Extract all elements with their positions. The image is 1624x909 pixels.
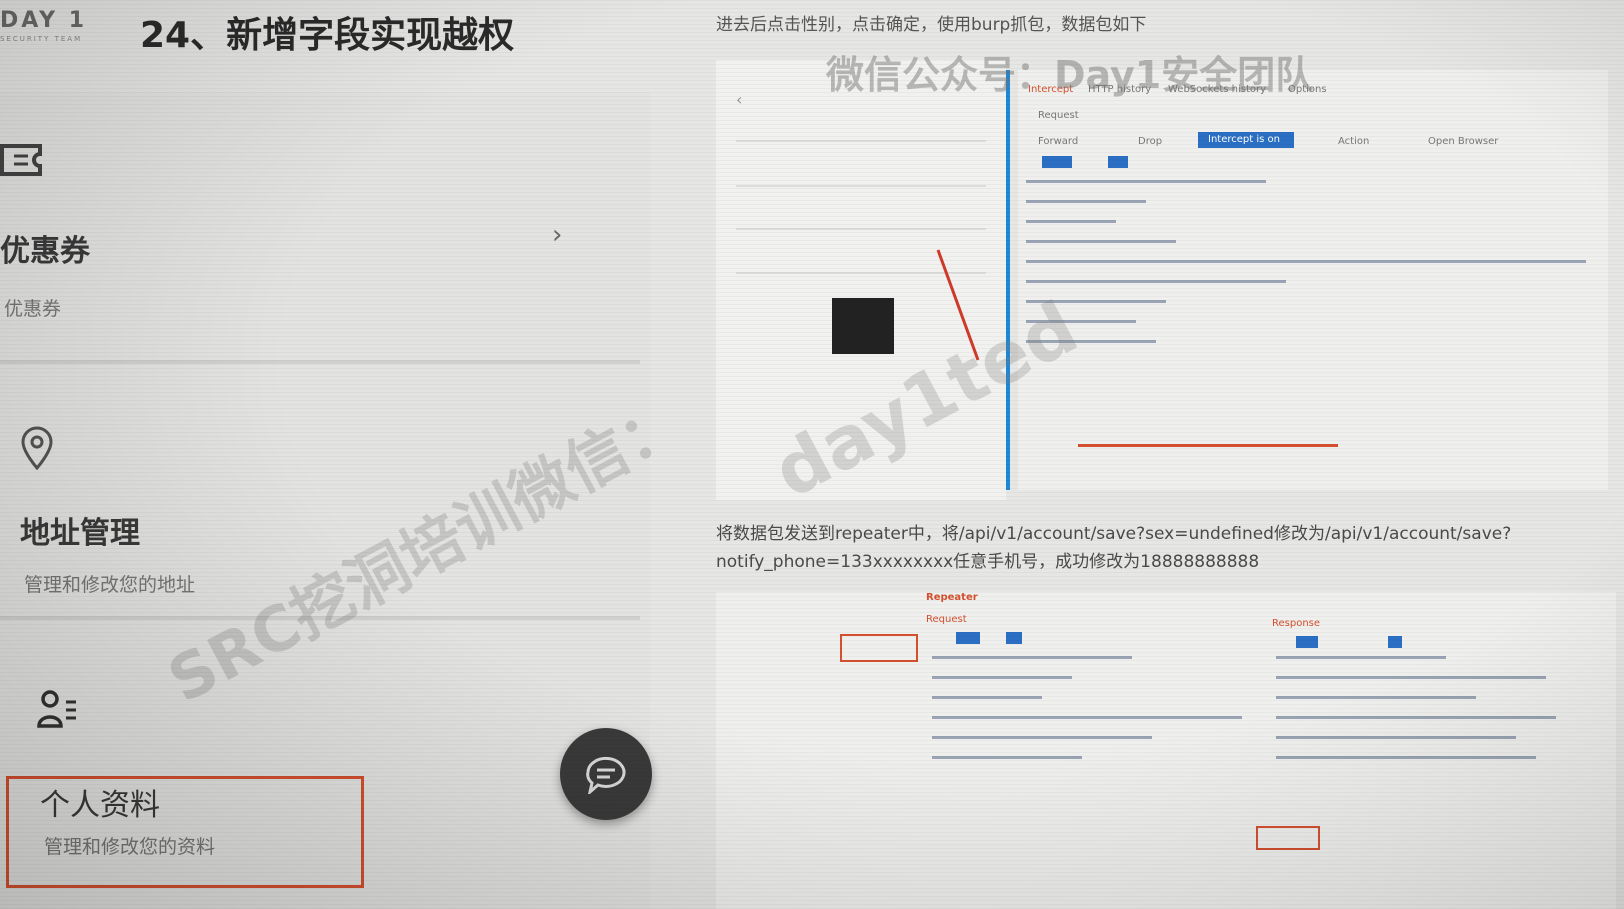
chevron-right-icon: ›	[552, 220, 563, 250]
request-line	[1078, 444, 1338, 447]
highlight-box	[6, 776, 364, 888]
response-line	[1276, 696, 1476, 699]
request-line	[1026, 280, 1286, 283]
brand-name: DAY 1	[0, 8, 88, 33]
brand-subtitle: SECURITY TEAM	[0, 35, 83, 43]
burp-intercept-screenshot: Intercept HTTP history WebSockets histor…	[1018, 70, 1608, 490]
repeater-instruction: 将数据包发送到repeater中，将/api/v1/account/save?s…	[716, 524, 1512, 572]
burp-button: Drop	[1138, 136, 1163, 147]
field-highlight	[840, 634, 918, 662]
menu-item-subtitle: 优惠券	[4, 298, 62, 320]
burp-request-label: Request	[926, 614, 967, 625]
chat-button[interactable]	[560, 728, 652, 820]
location-pin-icon	[20, 426, 54, 474]
burp-hex-toggle	[1108, 156, 1128, 168]
request-line	[932, 756, 1082, 759]
burp-repeater-screenshot: Repeater Request Response	[716, 592, 1616, 909]
request-line	[932, 716, 1242, 719]
menu-item-title: 地址管理	[20, 516, 140, 551]
burp-button: Action	[1338, 136, 1370, 147]
request-line	[1026, 240, 1176, 243]
instruction-text: 进去后点击性别，点击确定，使用burp抓包，数据包如下	[716, 15, 1147, 35]
screenshot-divider	[1006, 70, 1010, 490]
burp-hex-toggle	[1388, 636, 1402, 648]
request-line	[1026, 180, 1266, 183]
burp-repeater-label: Repeater	[926, 592, 978, 603]
burp-pretty-toggle	[956, 632, 980, 644]
burp-button: Forward	[1038, 136, 1079, 147]
ticket-icon	[0, 138, 44, 186]
response-line	[1276, 716, 1556, 719]
menu-item-title: 优惠券	[0, 234, 90, 269]
burp-pretty-toggle	[1042, 156, 1072, 168]
burp-hex-toggle	[1006, 632, 1022, 644]
menu-item-coupon[interactable]: 优惠券 优惠券 ›	[0, 132, 640, 372]
response-line	[1276, 736, 1516, 739]
profile-icon	[36, 688, 78, 734]
burp-response-label: Response	[1272, 618, 1321, 629]
request-line	[932, 696, 1042, 699]
response-highlight	[1256, 826, 1320, 850]
divider	[0, 360, 640, 364]
burp-request-label: Request	[1038, 110, 1079, 121]
request-line	[1026, 220, 1116, 223]
response-line	[1276, 656, 1446, 659]
request-line	[932, 736, 1152, 739]
chat-bubble-icon	[584, 754, 628, 798]
burp-pretty-toggle	[1296, 636, 1318, 648]
request-line	[932, 676, 1072, 679]
page-title: 24、新增字段实现越权	[140, 15, 515, 56]
menu-item-subtitle: 管理和修改您的地址	[24, 574, 196, 596]
watermark-wechat-account: 微信公众号：Day1安全团队	[826, 53, 1314, 97]
burp-button: Intercept is on	[1208, 134, 1280, 145]
response-line	[1276, 676, 1546, 679]
request-line	[932, 656, 1132, 659]
request-line	[1026, 200, 1146, 203]
response-line	[1276, 756, 1536, 759]
burp-button: Open Browser	[1428, 136, 1499, 147]
request-line	[1026, 260, 1586, 263]
brand-logo: DAY 1 SECURITY TEAM	[0, 8, 110, 56]
